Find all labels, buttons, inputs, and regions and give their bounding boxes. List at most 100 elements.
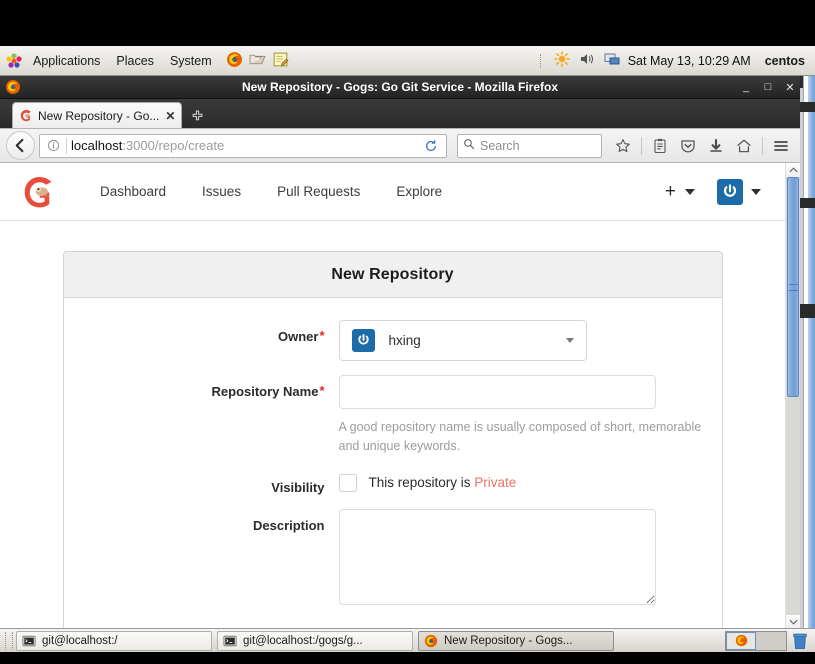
brightness-icon[interactable] (553, 51, 570, 70)
owner-dropdown[interactable]: hxing (338, 320, 587, 361)
form-row-visibility: Visibility This repository is Private (64, 471, 722, 495)
panel-tray (539, 51, 628, 70)
workspace-1[interactable] (726, 631, 756, 650)
chevron-down-icon-owner (565, 338, 574, 343)
scroll-down-icon[interactable] (786, 614, 800, 629)
gogs-logo-icon[interactable] (20, 173, 58, 211)
home-icon[interactable] (731, 133, 757, 159)
scrollbar-thumb[interactable] (787, 177, 799, 397)
applications-menu-icon (6, 52, 22, 69)
toolbar-separator-2 (762, 136, 763, 155)
current-user[interactable]: centos (765, 54, 815, 68)
back-button[interactable] (6, 131, 35, 160)
form-row-owner: Owner* hxing (64, 320, 722, 361)
owner-value: hxing (388, 333, 421, 348)
menu-places[interactable]: Places (108, 47, 162, 75)
desktop-background-bottom (0, 652, 815, 664)
workspace-switcher[interactable] (725, 630, 787, 651)
nav-link-pull-requests[interactable]: Pull Requests (259, 184, 378, 199)
menu-applications[interactable]: Applications (25, 47, 108, 75)
trash-icon[interactable] (791, 631, 809, 651)
library-icon[interactable] (647, 133, 673, 159)
url-bar[interactable]: localhost:3000/repo/create (39, 133, 447, 158)
navigation-toolbar: localhost:3000/repo/create Search (0, 129, 800, 163)
background-window-content (803, 76, 815, 628)
tab-bar: New Repository - Go... ✕ (0, 99, 800, 129)
scroll-up-icon[interactable] (786, 163, 800, 178)
firefox-task-icon (424, 634, 438, 648)
scrollbar-track[interactable] (786, 177, 800, 615)
taskbar-grip[interactable] (5, 631, 13, 650)
text-editor-launcher-icon[interactable] (272, 51, 289, 71)
new-tab-icon[interactable] (182, 104, 212, 128)
task-label: git@localhost:/ (42, 634, 118, 647)
background-window-marker-3 (800, 304, 815, 318)
tray-separator (539, 53, 543, 68)
gnome-top-panel: Applications Places System Sat May 13, 1… (0, 46, 815, 76)
repo-name-help-text: A good repository name is usually compos… (338, 420, 702, 454)
bookmark-star-icon[interactable] (610, 133, 636, 159)
repository-name-input[interactable] (338, 375, 656, 409)
display-icon[interactable] (604, 51, 620, 70)
downloads-icon[interactable] (703, 133, 729, 159)
task-button-terminal-1[interactable]: git@localhost:/ (16, 630, 212, 651)
minimize-button[interactable]: _ (740, 81, 752, 93)
owner-label-text: Owner (277, 329, 319, 344)
toolbar-separator (641, 136, 642, 155)
owner-control: hxing (338, 320, 722, 361)
repo-name-control: A good repository name is usually compos… (338, 375, 722, 457)
task-label-2: git@localhost:/gogs/g... (243, 634, 363, 647)
terminal-icon-2 (223, 634, 237, 648)
desktop-background-top (0, 0, 815, 46)
page-viewport: Dashboard Issues Pull Requests Explore + (0, 163, 800, 629)
repo-name-required-mark: * (319, 383, 325, 398)
task-button-terminal-2[interactable]: git@localhost:/gogs/g... (217, 630, 413, 651)
firefox-titlebar[interactable]: New Repository - Gogs: Go Git Service - … (0, 76, 800, 99)
visibility-label: Visibility (271, 479, 325, 495)
chevron-down-icon (685, 188, 695, 195)
url-text: localhost:3000/repo/create (71, 138, 420, 153)
background-window[interactable] (800, 76, 815, 628)
nav-link-explore[interactable]: Explore (378, 184, 460, 199)
site-info-icon[interactable] (44, 139, 62, 152)
repo-name-label-text: Repository Name (211, 384, 319, 399)
visibility-control: This repository is Private (338, 471, 722, 492)
visibility-text-prefix: This repository is (368, 475, 475, 491)
owner-avatar (351, 329, 375, 352)
plus-icon: + (664, 181, 676, 202)
close-button[interactable]: ✕ (784, 81, 796, 94)
owner-required-mark: * (319, 328, 325, 343)
menu-icon[interactable] (768, 133, 794, 159)
create-new-menu[interactable]: + (655, 182, 705, 201)
maximize-button[interactable]: □ (762, 81, 774, 93)
window-title: New Repository - Gogs: Go Git Service - … (241, 80, 559, 94)
screen: Applications Places System Sat May 13, 1… (0, 0, 815, 664)
new-repository-panel: New Repository Owner* hxing Repository N… (62, 251, 723, 629)
file-manager-launcher-icon[interactable] (249, 51, 266, 71)
firefox-launcher-icon[interactable] (226, 51, 243, 71)
search-bar[interactable]: Search (457, 133, 602, 158)
nav-link-issues[interactable]: Issues (184, 184, 259, 199)
nav-link-dashboard[interactable]: Dashboard (82, 184, 184, 199)
background-window-marker-2 (800, 198, 815, 208)
private-checkbox[interactable] (338, 473, 357, 492)
form-row-repo-name: Repository Name* A good repository name … (64, 375, 722, 457)
menu-system[interactable]: System (162, 47, 220, 75)
visibility-row[interactable]: This repository is Private (338, 471, 722, 492)
reload-icon[interactable] (420, 139, 442, 153)
user-menu[interactable] (705, 178, 765, 205)
gogs-nav-links: Dashboard Issues Pull Requests Explore (82, 184, 460, 199)
volume-icon[interactable] (579, 51, 595, 70)
clock[interactable]: Sat May 13, 10:29 AM (628, 54, 765, 68)
gogs-page: Dashboard Issues Pull Requests Explore + (0, 163, 785, 629)
search-input[interactable]: Search (480, 139, 520, 153)
browser-tab[interactable]: New Repository - Go... ✕ (12, 102, 183, 128)
task-button-firefox[interactable]: New Repository - Gogs... (418, 630, 614, 651)
description-textarea[interactable] (338, 508, 656, 605)
pocket-icon[interactable] (675, 133, 701, 159)
background-window-scrollbar[interactable] (808, 76, 815, 628)
workspace-2[interactable] (756, 631, 786, 650)
page-scrollbar[interactable] (785, 163, 800, 629)
tab-close-icon[interactable]: ✕ (165, 109, 175, 123)
description-label: Description (252, 517, 325, 533)
